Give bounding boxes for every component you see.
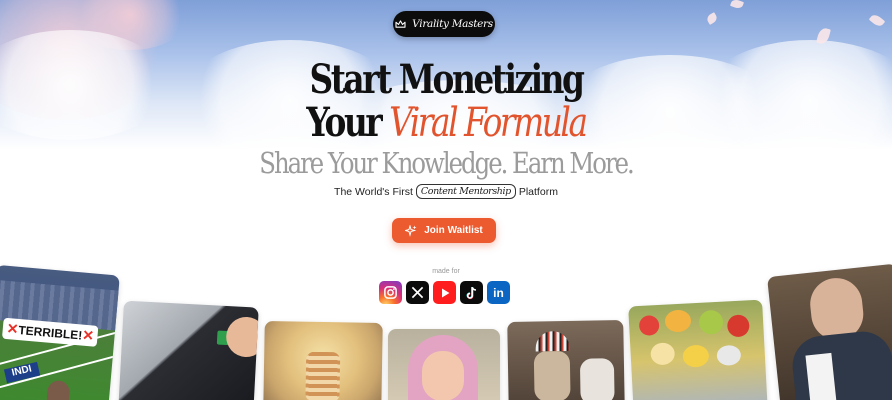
tagline-before: The World's First [334, 185, 413, 198]
brand-badge[interactable]: Virality Masters [393, 11, 495, 37]
linkedin-icon[interactable]: in [487, 281, 510, 304]
sweater [789, 328, 892, 400]
fruit [664, 309, 692, 333]
person-silhouette [45, 379, 71, 400]
video-card-football[interactable]: ✕TERRIBLE!✕ INDI [0, 264, 120, 400]
video-card-fruit[interactable] [628, 299, 768, 400]
sparkle-icon [405, 224, 417, 237]
tagline-after: Platform [518, 185, 558, 198]
subheadline: Share Your Knowledge. Earn More. [259, 146, 634, 180]
fruit [682, 344, 710, 368]
brand-name: Virality Masters [412, 18, 493, 30]
headdress [535, 330, 570, 352]
fruit [698, 309, 724, 335]
dog [579, 358, 615, 400]
hand [225, 315, 259, 359]
fruit [650, 342, 676, 366]
headline-accent: Viral Formula [389, 100, 588, 146]
join-waitlist-button[interactable]: Join Waitlist [392, 218, 496, 243]
tagline-highlight: Content Mentorship [415, 184, 516, 199]
fruit [638, 314, 660, 337]
video-card-hood[interactable] [388, 329, 500, 400]
made-for-label: made for [432, 268, 460, 275]
headline-line-2: Your Viral Formula [80, 99, 811, 146]
video-card-screen[interactable] [118, 300, 259, 400]
youtube-icon[interactable] [433, 281, 456, 304]
instagram-icon[interactable] [379, 281, 402, 304]
crown-icon [395, 19, 406, 28]
x-icon[interactable] [406, 281, 429, 304]
fruit [716, 344, 742, 366]
dog [533, 350, 571, 400]
headline-line-1: Start Monetizing [309, 56, 585, 103]
tagline: The World's First Content Mentorship Pla… [0, 184, 892, 199]
video-card-speaker[interactable] [767, 263, 892, 400]
tiktok-icon[interactable] [460, 281, 483, 304]
platform-icons: in [379, 281, 510, 304]
join-waitlist-label: Join Waitlist [424, 225, 483, 236]
ribcage [305, 351, 341, 400]
video-card-dogs[interactable] [507, 319, 625, 400]
face [422, 351, 464, 400]
paper [805, 352, 837, 400]
fruit [726, 314, 750, 338]
headline-prefix: Your [306, 99, 382, 146]
video-card-skeleton[interactable] [263, 320, 383, 400]
